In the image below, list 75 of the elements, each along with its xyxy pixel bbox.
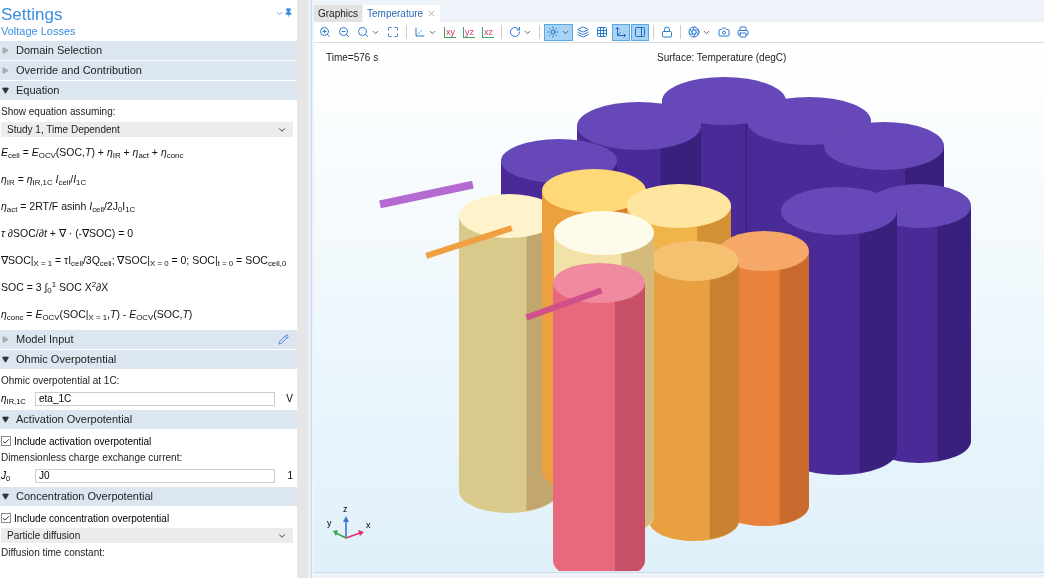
unit-label: 1 [286,469,293,483]
checkbox-label: Include activation overpotential [14,434,152,449]
checkbox[interactable] [1,513,11,523]
equation: τ ∂SOC/∂t + ∇ · (-∇SOC) = 0 [1,226,135,241]
section-title: Equation [16,83,60,99]
equation: ∇SOC|$_{X = 1}$ = τI$_{cell}$/3Q$_{cell}$; ∇SOC|$_{X = 0}$ = 0; SOC|$_{t = 0}$ = SOC$_{cell,0}$ [1,253,288,270]
lock-icon [661,26,673,38]
dropdown[interactable]: Study 1, Time Dependent [1,122,293,137]
dropdown[interactable]: Particle diffusion [1,528,293,543]
axes-orientation-icon [615,26,627,38]
symbol-label: J$_{0}$ [1,469,12,483]
panel-title: Settings [1,5,63,25]
input-field[interactable]: eta_1C [35,391,275,406]
axis-label: z [343,505,348,514]
field-label: Ohmic overpotential at 1C: [1,374,121,388]
zoom-extents-icon [387,26,399,38]
edit-icon[interactable] [278,334,289,345]
rotate-icon [509,26,521,38]
tab[interactable]: Graphics [314,5,362,22]
print-icon [737,26,749,38]
field-label: Diffusion time constant: [1,546,106,560]
section-title: Model Input [16,332,74,348]
field-label: Dimensionless charge exchange current: [1,451,184,465]
zoom-in-icon [319,26,331,38]
toolbar-button[interactable] [631,23,649,41]
close-icon[interactable] [427,9,437,18]
checkbox-label: Include concentration overpotential [14,511,170,526]
field-label: Show equation assuming: [1,105,117,119]
equation: SOC = 3 ∫$_{0}$$^{1}$ SOC X$^{2}$∂X [1,279,110,297]
unit-label: V [285,392,293,406]
legend-icon [634,26,646,38]
layers-icon [577,26,589,38]
input-field[interactable]: J0 [35,468,275,483]
toolbar-button[interactable]: xy [441,23,459,41]
section-title: Activation Overpotential [16,412,133,428]
camera-icon [718,26,730,38]
zoom-box-icon [357,26,369,38]
axes-icon [414,26,426,38]
toolbar-button[interactable] [544,23,573,41]
toolbar-button[interactable] [734,23,752,41]
pin-icon[interactable] [284,8,293,17]
tab[interactable]: Temperature [363,5,441,22]
sun-icon [547,26,559,38]
section-header[interactable]: Model Input [0,330,297,349]
section-header[interactable]: Override and Contribution [0,61,297,80]
section-header[interactable]: Activation Overpotential [0,410,297,429]
symbol-label: η$_{IR,1C}$ [1,392,27,406]
equation: η$_{IR}$ = η$_{IR,1C}$ I$_{cell}$/I$_{1C}$ [1,172,88,189]
toolbar-button[interactable]: yz [460,23,478,41]
panel-menu-icon[interactable] [275,9,284,18]
axis-label: x [366,521,371,530]
aperture-icon [688,26,700,38]
section-title: Concentration Overpotential [16,489,153,505]
toolbar-button[interactable]: xz [479,23,497,41]
section-title: Override and Contribution [16,63,142,79]
time-label: Time=576 s [326,51,379,65]
equation: η$_{act}$ = 2RT/F asinh I$_{cell}$/2J$_{0}$I$_{1C}$ [1,199,137,216]
toolbar-button[interactable] [574,23,592,41]
section-header[interactable]: Equation [0,81,297,100]
grid-icon [596,26,608,38]
plot-title: Surface: Temperature (degC) [657,51,787,65]
scrollbar[interactable] [297,0,308,578]
section-header[interactable]: Ohmic Overpotential [0,350,297,369]
section-title: Ohmic Overpotential [16,352,117,368]
equation: η$_{conc}$ = E$_{OCV}$(SOC|$_{X = 1}$,T) - E$_{OCV}$(SOC,T) [1,307,194,324]
toolbar-button[interactable] [612,23,630,41]
equation: E$_{cell}$ = E$_{OCV}$(SOC,T) + η$_{IR}$ + η$_{act}$ + η$_{conc}$ [1,145,185,162]
section-header[interactable]: Concentration Overpotential [0,487,297,506]
checkbox[interactable] [1,436,11,446]
graphics-viewport[interactable]: Time=576 s Surface: Temperature (degC) z y x [314,42,1044,572]
axis-label: y [327,519,332,528]
section-header[interactable]: Domain Selection [0,41,297,60]
zoom-out-icon [338,26,350,38]
panel-subtitle: Voltage Losses [0,25,77,38]
section-title: Domain Selection [16,43,103,59]
